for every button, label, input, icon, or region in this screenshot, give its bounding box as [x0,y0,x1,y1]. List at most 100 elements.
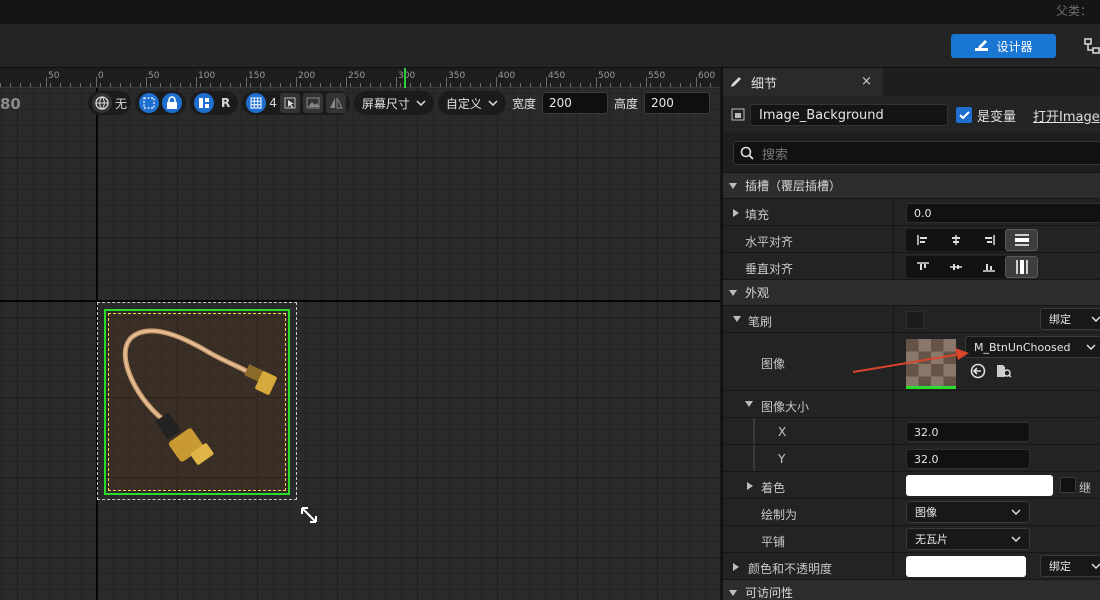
bind-label-2: 绑定 [1049,560,1071,573]
image-size-x-input[interactable]: 32.0 [906,422,1030,442]
ruler-minor-tick [100,83,101,87]
ruler-minor-tick [90,83,91,87]
ruler-minor-tick [210,83,211,87]
color-opacity-row: 颜色和不透明度 绑定 [723,552,1100,579]
image-size-label: 图像大小 [761,400,810,414]
padding-label: 填充 [745,208,770,222]
expand-arrow-icon[interactable] [733,563,739,571]
designer-canvas[interactable]: 50 0 50 100 150 200 250 300 350 400 450 500 550 600 8… [0,68,720,600]
valign-bottom-icon[interactable] [972,256,1005,278]
category-slot[interactable]: 插槽（覆层插槽） [723,172,1100,198]
ruler-minor-tick [680,83,681,87]
details-tab[interactable]: 细节 [723,68,883,96]
world-space-toggle[interactable]: 无 [88,91,132,115]
ruler-label: 200 [298,71,316,81]
category-accessibility[interactable]: 可访问性 [723,579,1100,600]
tiling-dropdown[interactable]: 无瓦片 [906,528,1030,550]
expand-arrow-icon[interactable] [747,482,753,490]
is-variable-checkbox[interactable] [956,107,972,123]
image-asset-name: M_BtnUnChoosed [974,340,1071,354]
ruler-minor-tick [570,83,571,87]
tiling-row: 平铺 无瓦片 [723,525,1100,552]
ruler-minor-tick [370,83,371,87]
draw-as-dropdown[interactable]: 图像 [906,501,1030,523]
ruler-minor-tick [620,83,621,87]
ruler-minor-tick [420,83,421,87]
valign-top-icon[interactable] [906,256,939,278]
align-right-icon[interactable] [972,229,1005,251]
vertical-ruler-number: 80 [0,95,21,113]
image-preview-icon[interactable] [302,93,323,113]
lock-toggle-group[interactable] [135,91,187,115]
search-input[interactable]: 搜索 [733,141,1100,165]
align-fill-icon[interactable] [1005,229,1038,251]
graph-icon[interactable] [1083,36,1100,56]
screen-size-dropdown[interactable]: 屏幕尺寸 [353,91,434,115]
chevron-down-icon [1011,536,1021,542]
ruler-minor-tick [120,83,121,87]
select-cursor-icon[interactable] [279,93,300,113]
widget-name-row: Image_Background 是变量 打开Image [723,96,1100,132]
category-slot-label: 插槽（覆层插槽） [745,179,842,193]
ruler-minor-tick [390,83,391,87]
ruler-minor-tick [310,83,311,87]
vertical-alignment-buttons [906,256,1038,278]
widget-name-input[interactable]: Image_Background [750,104,948,126]
expand-arrow-icon[interactable] [733,209,739,217]
indent-guide [753,445,755,471]
ruler-major-tick [346,77,347,87]
none-label: 无 [115,96,128,111]
valign-fill-icon[interactable] [1005,256,1038,278]
ruler-minor-tick [410,83,411,87]
respect-locks-toggle[interactable]: R [190,91,239,115]
close-icon[interactable]: × [861,74,872,89]
column-divider [893,553,894,579]
browse-asset-icon[interactable] [995,363,1013,379]
tint-row: 着色 继承 [723,471,1100,512]
open-image-link[interactable]: 打开Image [1033,106,1100,125]
color-opacity-swatch[interactable] [906,556,1026,577]
align-left-icon[interactable] [906,229,939,251]
designer-button[interactable]: 设计器 [951,34,1056,58]
width-label: 宽度 [511,96,536,111]
vertical-alignment-row: 垂直对齐 [723,252,1100,279]
fill-mode-dropdown[interactable]: 自定义 [437,91,506,115]
tiling-value: 无瓦片 [915,533,948,546]
category-appearance[interactable]: 外观 [723,279,1100,305]
horizontal-alignment-buttons [906,229,1038,251]
height-input[interactable]: 200 [643,92,710,114]
ruler-minor-tick [190,83,191,87]
ruler-major-tick [696,77,697,87]
resize-arrow-icon[interactable] [299,505,319,525]
width-input[interactable]: 200 [541,92,608,114]
main-toolbar: 设计器 [0,24,1100,68]
image-asset-dropdown[interactable]: M_BtnUnChoosed [965,336,1100,358]
color-bind-dropdown[interactable]: 绑定 [1040,555,1100,577]
ruler-minor-tick [270,83,271,87]
image-size-row: 图像大小 [723,390,1100,417]
inherit-checkbox[interactable] [1060,477,1076,493]
padding-row: 填充 0.0 [723,198,1100,225]
collapse-arrow-icon[interactable] [733,316,741,322]
bind-label: 绑定 [1049,313,1071,326]
column-divider [893,445,894,471]
padding-input[interactable]: 0.0 [906,203,1100,223]
ruler-minor-tick [280,83,281,87]
valign-center-icon[interactable] [939,256,972,278]
align-center-icon[interactable] [939,229,972,251]
pencil-icon [731,77,741,87]
flip-icon[interactable] [325,93,346,113]
brush-bind-dropdown[interactable]: 绑定 [1040,308,1100,330]
tint-color-swatch[interactable] [906,475,1053,496]
ruler-minor-tick [110,83,111,87]
image-size-y-input[interactable]: 32.0 [906,449,1030,469]
column-divider [893,526,894,552]
ruler-minor-tick [60,83,61,87]
collapse-arrow-icon[interactable] [745,401,753,407]
grid-snap-toggle[interactable]: 4 [242,91,350,115]
column-divider [893,226,894,252]
ruler-label: 450 [548,71,566,81]
ruler-minor-tick [290,83,291,87]
ruler-minor-tick [160,83,161,87]
ruler-minor-tick [600,83,601,87]
